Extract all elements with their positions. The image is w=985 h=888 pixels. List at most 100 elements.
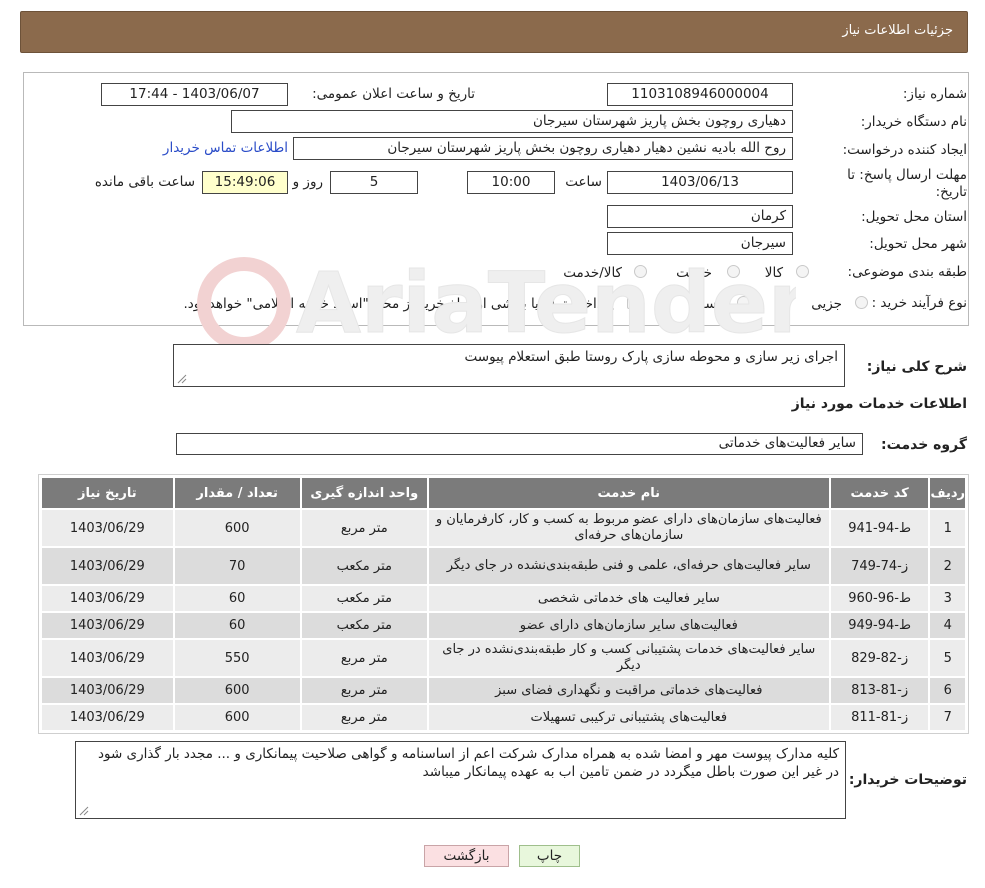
table-row: 3 ط-96-960 سایر فعالیت های خدماتی شخصی م… [40, 584, 967, 613]
cell-row-number: 4 [928, 611, 967, 640]
city-field: سیرجان [607, 232, 793, 255]
cell-quantity: 60 [172, 611, 302, 640]
province-field: کرمان [607, 205, 793, 228]
category-goods-service-radio[interactable] [634, 265, 647, 278]
cell-row-number: 5 [928, 638, 967, 678]
remaining-label: ساعت باقی مانده [94, 174, 195, 190]
table-header-row: ردیف کد خدمت نام خدمت واحد اندازه گیری ت… [40, 476, 967, 510]
summary-text: اجرای زیر سازی و محوطه سازی پارک روستا ط… [464, 349, 838, 365]
announce-label: تاریخ و ساعت اعلان عمومی: [312, 86, 475, 102]
services-table: ردیف کد خدمت نام خدمت واحد اندازه گیری ت… [38, 474, 969, 734]
cell-unit: متر مربع [299, 508, 429, 548]
process-minor-radio[interactable] [855, 296, 868, 309]
resize-handle-icon[interactable] [79, 806, 89, 816]
cell-service-code: ز-81-813 [828, 676, 931, 705]
cell-service-code: ط-96-960 [828, 584, 931, 613]
cell-unit: متر مربع [299, 703, 429, 732]
column-header-row-number: ردیف [928, 476, 967, 510]
cell-service-code: ط-94-941 [828, 508, 931, 548]
cell-need-date: 1403/06/29 [40, 703, 175, 732]
category-service-radio[interactable] [727, 265, 740, 278]
cell-quantity: 60 [172, 584, 302, 613]
column-header-quantity: تعداد / مقدار [172, 476, 302, 510]
cell-unit: متر مکعب [299, 611, 429, 640]
cell-row-number: 3 [928, 584, 967, 613]
province-label: استان محل تحویل: [861, 209, 967, 225]
cell-unit: متر مکعب [299, 584, 429, 613]
back-button[interactable]: بازگشت [424, 845, 509, 867]
cell-quantity: 600 [172, 508, 302, 548]
table-row: 2 ز-74-749 سایر فعالیت‌های حرفه‌ای، علمی… [40, 546, 967, 586]
buyer-notes-label: توضیحات خریدار: [848, 772, 967, 788]
cell-unit: متر مربع [299, 638, 429, 678]
cell-service-code: ط-94-949 [828, 611, 931, 640]
process-medium-label: متوسط [692, 296, 735, 312]
cell-quantity: 600 [172, 676, 302, 705]
cell-service-code: ز-74-749 [828, 546, 931, 586]
treasury-payment-checkbox[interactable] [627, 296, 640, 309]
cell-need-date: 1403/06/29 [40, 508, 175, 548]
table-row: 1 ط-94-941 فعالیت‌های سازمان‌های دارای ع… [40, 508, 967, 548]
deadline-label: مهلت ارسال پاسخ: تا [847, 167, 967, 183]
column-header-need-date: تاریخ نیاز [40, 476, 175, 510]
cell-quantity: 550 [172, 638, 302, 678]
cell-row-number: 1 [928, 508, 967, 548]
announce-datetime-field: 1403/06/07 - 17:44 [101, 83, 288, 106]
buyer-field: دهیاری روچون بخش پاریز شهرستان سیرجان [231, 110, 793, 133]
cell-row-number: 2 [928, 546, 967, 586]
process-label: نوع فرآیند خرید : [871, 295, 967, 311]
days-field: 5 [330, 171, 418, 194]
cell-service-name: فعالیت‌های خدماتی مراقبت و نگهداری فضای … [426, 676, 831, 705]
creator-label: ایجاد کننده درخواست: [842, 142, 967, 158]
services-section-title: اطلاعات خدمات مورد نیاز [791, 396, 967, 412]
cell-service-name: سایر فعالیت‌های حرفه‌ای، علمی و فنی طبقه… [426, 546, 831, 586]
cell-service-name: سایر فعالیت‌های خدمات پشتیبانی کسب و کار… [426, 638, 831, 678]
cell-need-date: 1403/06/29 [40, 638, 175, 678]
need-number-field: 1103108946000004 [607, 83, 793, 106]
buyer-contact-link[interactable]: اطلاعات تماس خریدار [163, 140, 288, 156]
cell-service-name: فعالیت‌های سازمان‌های دارای عضو مربوط به… [426, 508, 831, 548]
cell-service-name: فعالیت‌های سایر سازمان‌های دارای عضو [426, 611, 831, 640]
buyer-notes-text: کلیه مدارک پیوست مهر و امضا شده به همراه… [97, 746, 839, 780]
category-goods-label: کالا [764, 265, 783, 281]
service-group-field: سایر فعالیت‌های خدماتی [176, 433, 863, 455]
cell-service-code: ز-81-811 [828, 703, 931, 732]
column-header-service-name: نام خدمت [426, 476, 831, 510]
buyer-notes-textarea[interactable]: کلیه مدارک پیوست مهر و امضا شده به همراه… [75, 741, 846, 819]
category-label: طبقه بندی موضوعی: [847, 264, 967, 280]
cell-need-date: 1403/06/29 [40, 546, 175, 586]
table-row: 4 ط-94-949 فعالیت‌های سایر سازمان‌های دا… [40, 611, 967, 640]
print-button[interactable]: چاپ [519, 845, 580, 867]
cell-unit: متر مکعب [299, 546, 429, 586]
days-label: روز و [292, 174, 323, 190]
remaining-time-field: 15:49:06 [202, 171, 288, 194]
page-header: جزئیات اطلاعات نیاز [20, 11, 968, 53]
column-header-unit: واحد اندازه گیری [299, 476, 429, 510]
category-goods-radio[interactable] [796, 265, 809, 278]
cell-service-name: فعالیت‌های پشتیبانی ترکیبی تسهیلات [426, 703, 831, 732]
resize-handle-icon[interactable] [177, 374, 187, 384]
category-service-label: خدمت [676, 265, 712, 281]
cell-service-code: ز-82-829 [828, 638, 931, 678]
city-label: شهر محل تحویل: [869, 236, 967, 252]
deadline-date-label: تاریخ: [935, 184, 967, 200]
service-group-label: گروه خدمت: [881, 437, 967, 453]
category-goods-service-label: کالا/خدمت [563, 265, 622, 281]
process-medium-radio[interactable] [737, 296, 750, 309]
cell-quantity: 600 [172, 703, 302, 732]
creator-field: روح الله بادیه نشین دهیار دهیاری روچون ب… [293, 137, 793, 160]
cell-row-number: 7 [928, 703, 967, 732]
page-title: جزئیات اطلاعات نیاز [842, 23, 953, 38]
deadline-date-field: 1403/06/13 [607, 171, 793, 194]
buyer-label: نام دستگاه خریدار: [860, 114, 967, 130]
summary-textarea[interactable]: اجرای زیر سازی و محوطه سازی پارک روستا ط… [173, 344, 845, 387]
deadline-time-field: 10:00 [467, 171, 555, 194]
cell-quantity: 70 [172, 546, 302, 586]
process-minor-label: جزیی [811, 296, 842, 312]
deadline-time-label: ساعت [565, 174, 602, 190]
cell-need-date: 1403/06/29 [40, 584, 175, 613]
treasury-payment-note: پرداخت تمام یا بخشی از مبلغ خرید،از محل … [183, 296, 614, 312]
cell-service-name: سایر فعالیت های خدماتی شخصی [426, 584, 831, 613]
cell-need-date: 1403/06/29 [40, 676, 175, 705]
table-row: 6 ز-81-813 فعالیت‌های خدماتی مراقبت و نگ… [40, 676, 967, 705]
